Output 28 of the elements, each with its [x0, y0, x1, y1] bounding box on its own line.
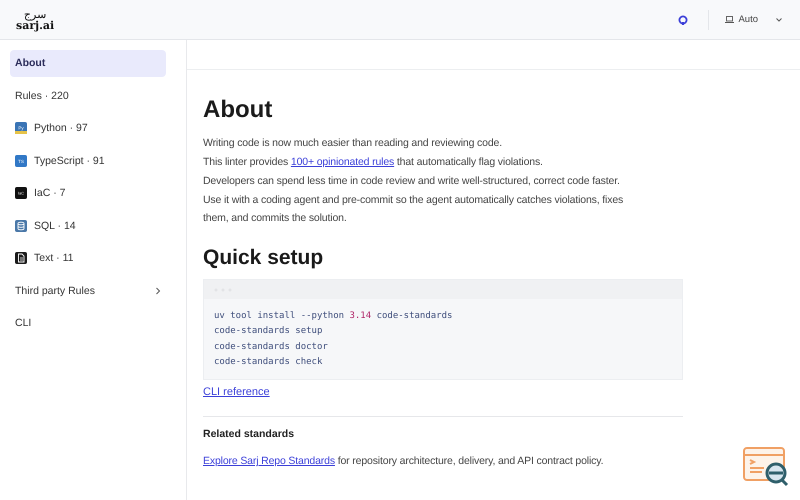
code-line: code-standards check — [214, 356, 324, 369]
subsection-title: Related standards — [203, 428, 296, 440]
sidebar-item[interactable]: SQL · 14 — [10, 212, 166, 239]
section-title: Quick setup — [203, 246, 324, 270]
document-icon — [15, 252, 27, 264]
laptop-icon — [725, 16, 734, 23]
sidebar-group[interactable]: Third party Rules — [10, 278, 166, 304]
sidebar-item[interactable]: About — [10, 50, 166, 76]
paragraph: Developers can spend less time in code review and write well-structured, correct code faster. — [203, 174, 621, 189]
page-title: About — [203, 96, 274, 124]
code-line: code-standards doctor — [214, 340, 329, 354]
logo-arabic-text: سرج — [24, 8, 46, 20]
chevron-icon — [776, 18, 782, 22]
paragraph: This linter provides 100+ opinionated rules that automatically flag violations. — [203, 155, 544, 170]
paragraph: Writing code is now much easier than reading and reviewing code. — [203, 136, 503, 151]
theme-select[interactable]: Auto — [723, 12, 784, 27]
text-link[interactable]: Explore Sarj Repo Standards — [203, 455, 335, 468]
paragraph: Explore Sarj Repo Standards for repository architecture, delivery, and API contract policy. — [203, 454, 604, 470]
sidebar-item[interactable]: Text · 11 — [10, 245, 166, 272]
text-link[interactable]: 100+ opinionated rules — [290, 156, 394, 168]
sidebar-item[interactable]: Rules · 220 — [10, 82, 166, 109]
cli-reference-link[interactable]: CLI reference — [203, 386, 270, 398]
code-line: code-standards setup — [214, 325, 324, 338]
paragraph: Use it with a coding agent and pre-commit so the agent automatically catches violations, fixes them, and commits the solution. — [203, 193, 624, 226]
sidebar-item[interactable]: CLI — [10, 310, 166, 336]
database-icon — [15, 220, 27, 232]
logo-text: sarj.ai — [16, 20, 54, 30]
code-line: uv tool install --python 3.14 code-standards — [214, 310, 454, 323]
